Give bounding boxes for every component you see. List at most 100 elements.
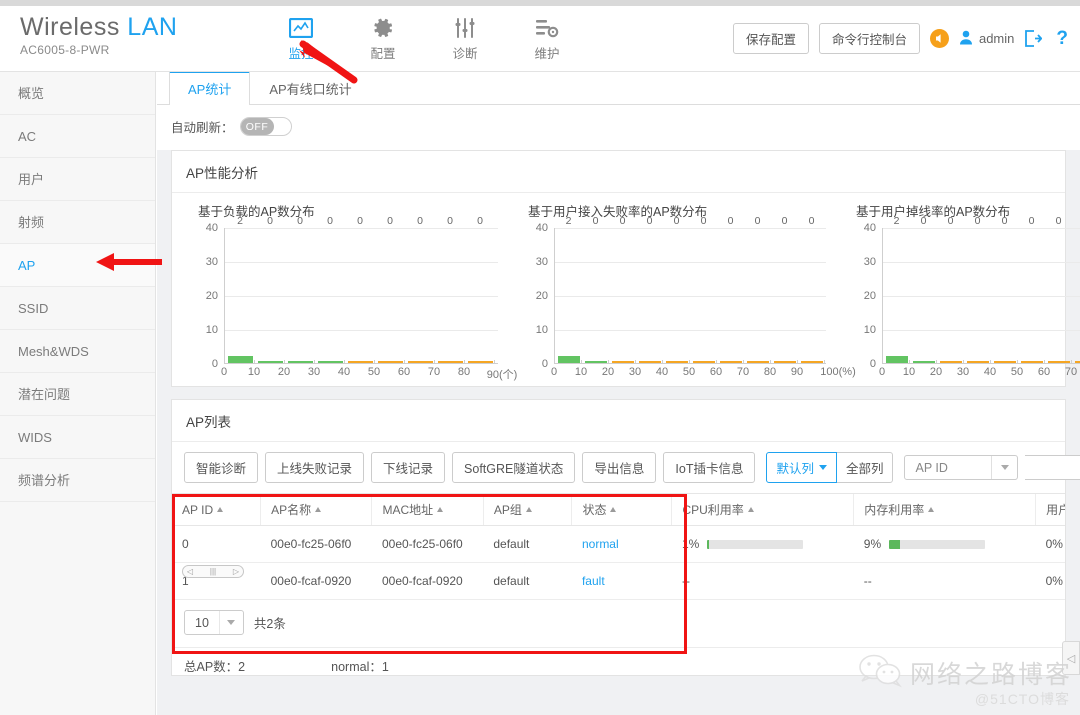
logout-icon[interactable] [1024,30,1043,47]
cell-cpu: -- [671,562,854,600]
x-ticks-c2: 0 10 20 30 40 50 60 70 80 90 100(%) [551,360,856,380]
bar-value: 2 [237,215,243,227]
bar [993,361,1016,363]
ytick-20-c3: 20 [863,290,876,302]
wireless-lan-console: Wireless LAN AC6005-8-PWR 监控 配置 诊断 维护 保存… [0,0,1080,715]
xtick: 40 [337,366,351,378]
sort-asc-icon [217,506,224,512]
softgre-tunnel-status-button[interactable]: SoftGRE隧道状态 [452,452,576,483]
bar-value: 0 [417,215,423,227]
bar [377,361,403,363]
all-columns-label: 全部列 [845,462,884,476]
speaker-icon[interactable] [929,29,949,48]
page-size-select[interactable]: 10 [184,610,244,635]
table-row[interactable]: 1 00e0-fcaf-0920 00e0-fcaf-0920 default … [172,562,1065,600]
col-ap-id[interactable]: AP ID [172,493,261,526]
monitor-icon [260,14,342,42]
filter-value-input[interactable] [1025,455,1080,480]
save-config-button[interactable]: 保存配置 [732,23,809,54]
sidebar-item-spectrum-analysis[interactable]: 频谱分析 [0,459,155,502]
smart-diagnosis-button[interactable]: 智能诊断 [184,452,259,483]
ytick-30-c2: 30 [535,256,548,268]
sidebar-item-potential-issues[interactable]: 潜在问题 [0,373,155,416]
col-label: CPU利用率 [682,503,744,517]
xtick: 0 [220,366,228,378]
col-mac-address[interactable]: MAC地址 [371,493,484,526]
col-ap-name[interactable]: AP名称 [260,493,372,526]
gear-icon [342,14,424,42]
bar [1047,361,1070,363]
collapse-panel-button[interactable]: ◁ [1062,641,1080,675]
offline-log-button[interactable]: 下线记录 [371,452,446,483]
all-columns-button[interactable]: 全部列 [835,452,894,483]
chart-title-load: 基于负载的AP数分布 [198,205,315,219]
sort-asc-icon [928,507,935,512]
bar-value: 0 [920,215,927,227]
chevron-down-icon[interactable] [218,611,243,634]
sidebar-item-mesh-wds[interactable]: Mesh&WDS [0,330,155,373]
bar [719,361,742,363]
maintenance-icon [506,14,588,42]
tab-ap-wired-port-statistics[interactable]: AP有线口统计 [250,72,370,105]
bar-value: 0 [297,215,303,227]
status-link[interactable]: fault [582,574,605,588]
xtick: 40 [983,366,997,378]
ytick-0-c2: 0 [541,358,548,370]
col-label: AP名称 [271,503,312,517]
bar [257,361,283,363]
tab-bar: AP统计 AP有线口统计 [157,72,1080,105]
chart-load-distribution: 基于负载的AP数分布 40 30 20 10 0 2 0 0 0 0 0 0 0… [172,201,517,381]
help-icon[interactable]: ? [1052,28,1072,50]
bar-value: 0 [808,215,815,227]
ytick-40-c2: 40 [535,222,548,234]
sidebar-item-overview[interactable]: 概览 [0,72,155,115]
filter-field-select[interactable]: AP ID [904,455,1019,480]
bar-value: 0 [700,215,707,227]
bar-value: 0 [974,215,981,227]
table-row[interactable]: 0 00e0-fc25-06f0 00e0-fc25-06f0 default … [172,525,1065,563]
col-status[interactable]: 状态 [571,493,672,526]
online-failure-log-button[interactable]: 上线失败记录 [265,452,365,483]
tab-ap-statistics[interactable]: AP统计 [169,72,251,105]
auto-refresh-toggle[interactable]: OFF [239,117,292,136]
cell-ap-name: 00e0-fcaf-0920 [260,562,372,600]
xtick: 90 [790,366,804,378]
nav-item-config[interactable]: 配置 [342,12,424,62]
cli-console-button[interactable]: 命令行控制台 [818,23,920,54]
sidebar-item-wids[interactable]: WIDS [0,416,155,459]
sidebar-item-ac[interactable]: AC [0,115,155,158]
iot-card-info-button[interactable]: IoT插卡信息 [663,452,756,483]
chart-plot-load: 40 30 20 10 0 2 0 0 0 0 0 0 0 0 [198,215,498,370]
col-memory-usage[interactable]: 内存利用率 [853,493,1036,526]
bar-value: 0 [327,215,333,227]
xtick: 10 [902,366,916,378]
sidebar-item-ssid[interactable]: SSID [0,287,155,330]
col-ap-group[interactable]: AP组 [482,493,572,526]
xtick: 20 [601,366,615,378]
auto-refresh-row: 自动刷新： OFF [157,105,1080,150]
xtick: 60 [1037,366,1051,378]
ytick-40-c3: 40 [863,222,876,234]
sidebar-item-ap[interactable]: AP [0,244,155,287]
bar [407,361,433,363]
nav-item-monitor[interactable]: 监控 [260,12,342,62]
bar [467,361,493,363]
chevron-down-icon[interactable] [991,456,1017,479]
status-link[interactable]: normal [582,537,619,551]
xtick: 20 [277,366,291,378]
nav-item-maintenance[interactable]: 维护 [506,12,588,62]
user-menu[interactable]: admin [959,30,1014,48]
memory-value: 9% [863,537,882,551]
sidebar-item-users[interactable]: 用户 [0,158,155,201]
bar-value: 0 [357,215,363,227]
col-access-failure-rate[interactable]: 用户接入失败率 [1035,493,1065,526]
content-area: AP统计 AP有线口统计 自动刷新： OFF AP性能分析 基于负载的AP数分布… [157,72,1080,715]
nav-item-diagnose[interactable]: 诊断 [424,12,506,62]
horizontal-scrollbar[interactable]: ◁ ||| ▷ [182,565,244,578]
cell-ap-id: 0 [172,525,261,563]
default-columns-button[interactable]: 默认列 [766,452,837,483]
cell-mac: 00e0-fc25-06f0 [371,525,484,563]
sidebar-item-radio[interactable]: 射频 [0,201,155,244]
export-info-button[interactable]: 导出信息 [582,452,657,483]
col-cpu-usage[interactable]: CPU利用率 [671,493,854,526]
